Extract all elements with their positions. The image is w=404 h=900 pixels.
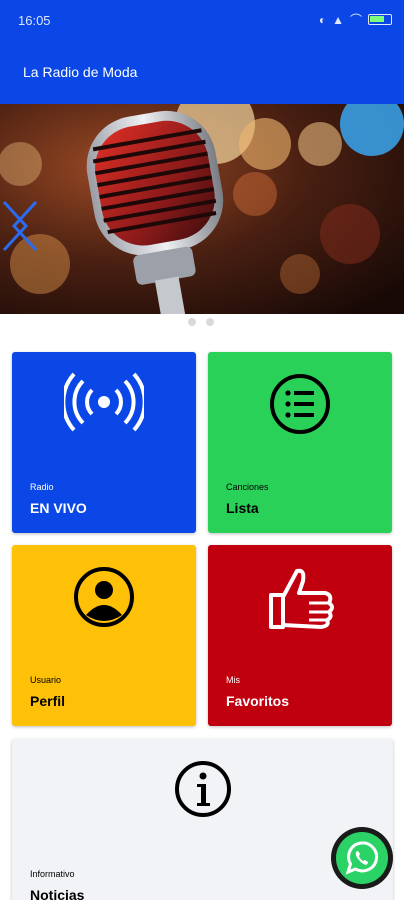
tile-radio-en-vivo[interactable]: Radio EN VIVO: [12, 352, 196, 533]
hero-carousel[interactable]: [0, 104, 404, 314]
battery-icon: [368, 14, 392, 25]
list-icon: [270, 374, 330, 434]
tile-big-label: Noticias: [30, 887, 85, 900]
status-icons: ◐ ▲ ⌒: [319, 11, 392, 28]
carousel-indicators: [188, 318, 214, 326]
status-bar: 16:05 ◐ ▲ ⌒: [0, 0, 404, 40]
carousel-dot[interactable]: [206, 318, 214, 326]
thumbs-up-icon: [269, 568, 334, 629]
tile-small-label: Informativo: [30, 869, 75, 879]
signal-icon: ▲: [332, 12, 344, 27]
headphones-icon: ◐: [318, 12, 327, 27]
tile-mis-favoritos[interactable]: Mis Favoritos: [208, 545, 392, 726]
tile-small-label: Radio: [30, 482, 54, 492]
user-profile-icon: [74, 567, 134, 627]
carousel-next-icon[interactable]: [0, 196, 30, 256]
app-title: La Radio de Moda: [23, 64, 138, 80]
status-time: 16:05: [18, 13, 51, 28]
whatsapp-icon: [336, 832, 388, 884]
tile-small-label: Usuario: [30, 675, 62, 685]
tile-canciones-lista[interactable]: Canciones Lista: [208, 352, 392, 533]
tile-big-label: Perfil: [30, 693, 66, 709]
tile-big-label: EN VIVO: [30, 500, 87, 516]
app-bar: La Radio de Moda: [0, 40, 404, 104]
whatsapp-button[interactable]: [331, 827, 393, 889]
tile-big-label: Lista: [226, 500, 259, 516]
microphone-image: [0, 104, 404, 314]
tile-big-label: Favoritos: [226, 693, 290, 709]
tile-small-label: Canciones: [226, 482, 269, 492]
radio-broadcast-icon: [64, 372, 144, 432]
tile-usuario-perfil[interactable]: Usuario Perfil: [12, 545, 196, 726]
carousel-dot[interactable]: [188, 318, 196, 326]
info-icon: [174, 761, 231, 817]
wifi-icon: ⌒: [349, 13, 362, 27]
tile-small-label: Mis: [226, 675, 240, 685]
